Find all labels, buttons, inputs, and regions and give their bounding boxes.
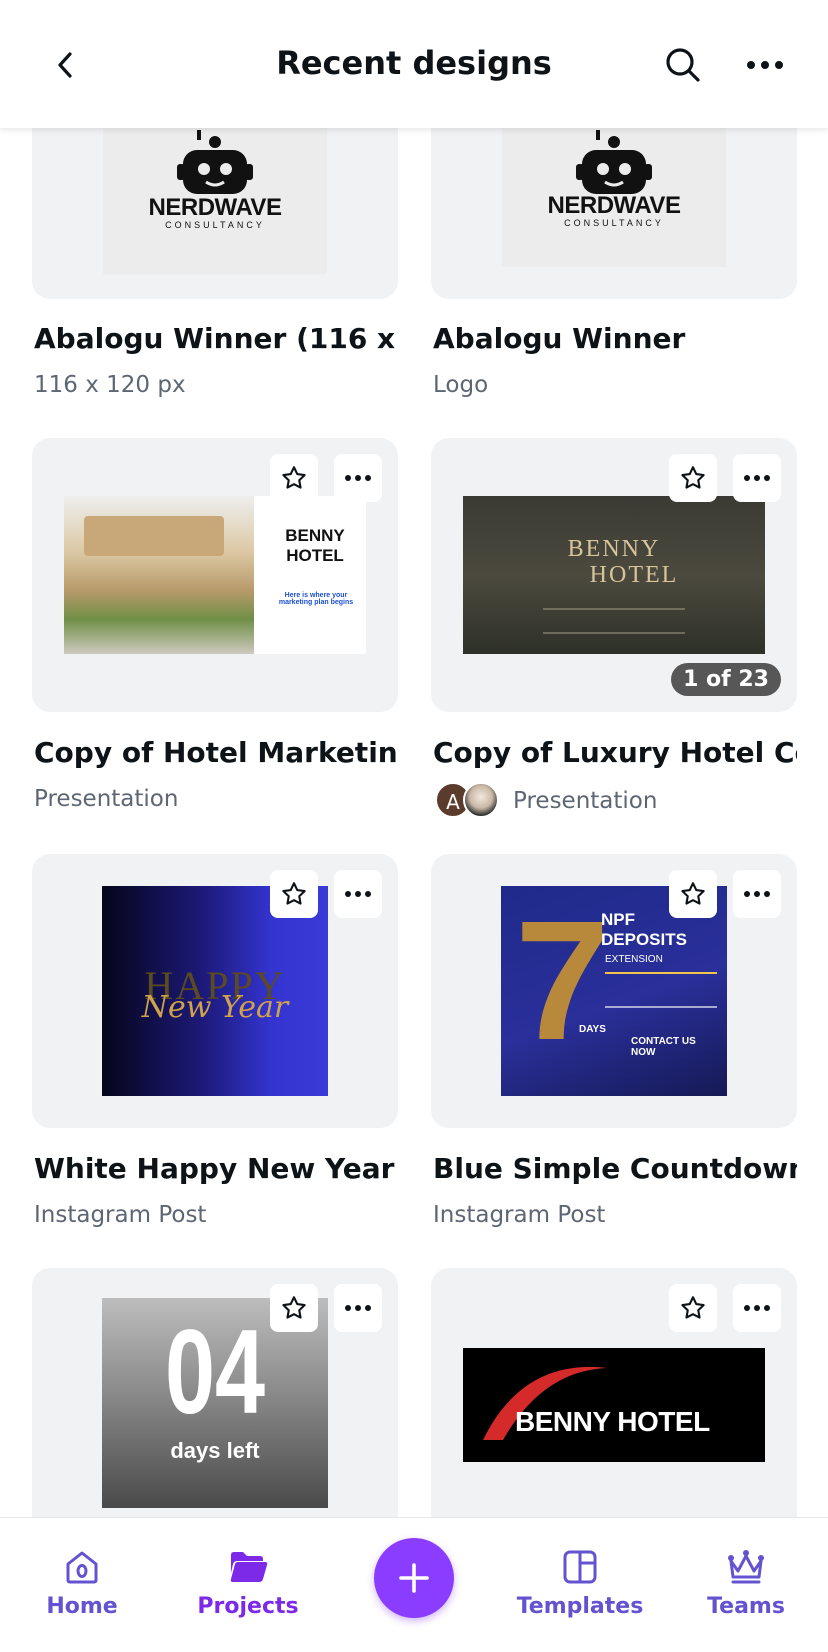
design-name[interactable]: Copy of Luxury Hotel Co...	[433, 736, 797, 769]
design-thumbnail[interactable]: 7 NPF DEPOSITS EXTENSION DAYS CONTACT US…	[431, 854, 797, 1128]
star-icon	[681, 1296, 705, 1319]
design-name[interactable]: White Happy New Year In...	[34, 1152, 398, 1185]
ellipsis-icon	[345, 891, 371, 897]
design-subtitle: Presentation	[513, 788, 658, 814]
search-icon	[666, 48, 700, 82]
search-button[interactable]	[658, 40, 708, 90]
ellipsis-icon	[345, 475, 371, 481]
crown-icon	[724, 1546, 768, 1588]
more-options-button[interactable]	[334, 1284, 382, 1332]
design-thumbnail[interactable]: BENNY HOTEL 1 of 23	[431, 438, 797, 712]
logo-text: BENNY HOTEL	[515, 1406, 710, 1437]
design-subtitle: Instagram Post	[34, 1202, 207, 1228]
page-count-badge: 1 of 23	[671, 663, 781, 696]
benny-hotel-logo-thumbnail: BENNY HOTEL	[463, 1348, 765, 1462]
design-thumbnail[interactable]: BENNY HOTEL Here is where your marketing…	[32, 438, 398, 712]
logo-subtext: CONSULTANCY	[165, 220, 265, 230]
nav-templates-label: Templates	[516, 1594, 644, 1619]
star-button[interactable]	[270, 870, 318, 918]
create-design-button[interactable]	[374, 1538, 454, 1618]
slide-caption: Here is where your marketing plan begins	[278, 592, 354, 606]
art-cta: CONTACT US NOW	[631, 1036, 696, 1058]
art-days: days left	[170, 1438, 260, 1463]
nav-home[interactable]: Home	[38, 1518, 126, 1652]
star-icon	[681, 882, 705, 905]
folder-icon	[227, 1546, 269, 1588]
design-name[interactable]: Copy of Hotel Marketing ...	[34, 736, 398, 769]
logo-subtext: CONSULTANCY	[564, 218, 664, 228]
nav-teams-label: Teams	[707, 1594, 785, 1619]
design-subtitle: Instagram Post	[433, 1202, 606, 1228]
design-subtitle: Presentation	[34, 786, 179, 812]
bottom-navigation: Home Projects Templates Teams	[0, 1517, 828, 1652]
more-menu-button[interactable]	[740, 40, 790, 90]
more-options-button[interactable]	[733, 454, 781, 502]
top-bar: Recent designs	[0, 0, 828, 128]
star-button[interactable]	[669, 454, 717, 502]
design-name[interactable]: Abalogu Winner	[433, 322, 797, 355]
ellipsis-icon	[747, 61, 783, 69]
star-icon	[282, 1296, 306, 1319]
design-name[interactable]: Abalogu Winner (116 x 12...	[34, 322, 398, 355]
ellipsis-icon	[744, 1305, 770, 1311]
nav-projects[interactable]: Projects	[197, 1518, 299, 1652]
star-icon	[681, 466, 705, 489]
logo-text: NERDWAVE	[547, 192, 681, 219]
art-days: DAYS	[579, 1024, 606, 1035]
slide-text-lines	[543, 608, 685, 634]
hotel-presentation-thumbnail: BENNY HOTEL Here is where your marketing…	[64, 496, 366, 654]
hotel-roof	[84, 516, 224, 556]
ellipsis-icon	[744, 891, 770, 897]
home-icon	[63, 1546, 101, 1588]
star-icon	[282, 466, 306, 489]
slide-title: BENNY	[285, 526, 345, 545]
nav-projects-label: Projects	[197, 1594, 299, 1619]
plus-icon	[399, 1563, 429, 1593]
collaborators: A	[433, 782, 505, 820]
nav-home-label: Home	[46, 1594, 118, 1619]
swoosh-graphic	[483, 1366, 608, 1440]
slide-title: BENNY	[567, 536, 661, 562]
art-body-lines	[605, 972, 717, 1008]
more-options-button[interactable]	[334, 454, 382, 502]
templates-icon	[561, 1546, 599, 1588]
more-options-button[interactable]	[733, 1284, 781, 1332]
luxury-hotel-thumbnail: BENNY HOTEL	[463, 496, 765, 654]
art-text: New Year	[141, 990, 289, 1025]
ellipsis-icon	[744, 475, 770, 481]
art-subtitle: EXTENSION	[605, 954, 663, 965]
star-button[interactable]	[669, 1284, 717, 1332]
nav-teams[interactable]: Teams	[706, 1518, 786, 1652]
more-options-button[interactable]	[733, 870, 781, 918]
app-root: NERDWAVE CONSULTANCY Abalogu Winner (116…	[0, 0, 828, 1652]
slide-title: HOTEL	[286, 546, 344, 565]
star-button[interactable]	[270, 454, 318, 502]
art-number: 7	[515, 886, 610, 1076]
design-subtitle: Logo	[433, 372, 489, 398]
nav-templates[interactable]: Templates	[516, 1518, 644, 1652]
slide-title: HOTEL	[589, 562, 679, 588]
star-button[interactable]	[270, 1284, 318, 1332]
design-name[interactable]: Blue Simple Countdown ...	[433, 1152, 797, 1185]
design-thumbnail[interactable]: HAPPY New Year	[32, 854, 398, 1128]
more-options-button[interactable]	[334, 870, 382, 918]
ellipsis-icon	[345, 1305, 371, 1311]
logo-text: NERDWAVE	[148, 194, 282, 221]
avatar	[463, 782, 499, 818]
star-icon	[282, 882, 306, 905]
star-button[interactable]	[669, 870, 717, 918]
design-subtitle: 116 x 120 px	[34, 372, 186, 398]
